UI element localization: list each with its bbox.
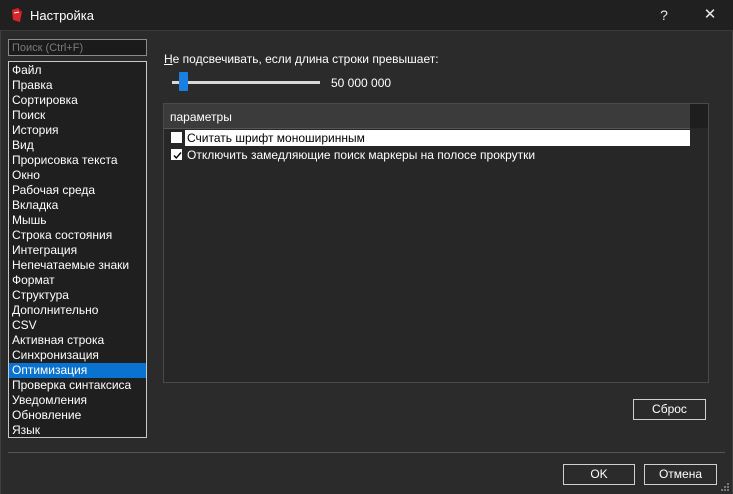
nav-item[interactable]: Активная строка bbox=[9, 333, 146, 348]
params-header: параметры bbox=[164, 104, 690, 129]
checkmark-icon bbox=[173, 152, 182, 160]
nav-item[interactable]: Рабочая среда bbox=[9, 183, 146, 198]
threshold-label: Не подсвечивать, если длина строки превы… bbox=[164, 52, 439, 66]
resize-grip-icon[interactable] bbox=[720, 482, 730, 492]
nav-item[interactable]: Непечатаемые знаки bbox=[9, 258, 146, 273]
nav-item[interactable]: Дополнительно bbox=[9, 303, 146, 318]
nav-item[interactable]: Проверка синтаксиса bbox=[9, 378, 146, 393]
close-button[interactable]: ✕ bbox=[690, 0, 730, 30]
nav-item[interactable]: Интеграция bbox=[9, 243, 146, 258]
nav-item[interactable]: Мышь bbox=[9, 213, 146, 228]
nav-item[interactable]: Правка bbox=[9, 78, 146, 93]
search-input[interactable] bbox=[8, 39, 147, 56]
nav-item[interactable]: Формат bbox=[9, 273, 146, 288]
nav-item[interactable]: CSV bbox=[9, 318, 146, 333]
checkbox-disable-scrollbar-markers[interactable] bbox=[171, 149, 182, 160]
nav-item[interactable]: Оптимизация bbox=[9, 363, 146, 378]
nav-item[interactable]: История bbox=[9, 123, 146, 138]
cancel-button[interactable]: Отмена bbox=[644, 464, 717, 485]
threshold-slider-thumb[interactable] bbox=[178, 72, 188, 91]
title-bar: Настройка ? ✕ bbox=[0, 0, 733, 31]
app-icon bbox=[12, 8, 22, 22]
threshold-slider-track[interactable] bbox=[172, 81, 320, 84]
nav-item[interactable]: Прорисовка текста bbox=[9, 153, 146, 168]
nav-item[interactable]: Язык bbox=[9, 423, 146, 438]
threshold-value: 50 000 000 bbox=[331, 76, 392, 90]
category-list[interactable]: Файл Правка Сортировка Поиск История Вид Прори… bbox=[8, 61, 147, 438]
nav-item[interactable]: Вид bbox=[9, 138, 146, 153]
separator bbox=[8, 452, 725, 453]
help-button[interactable]: ? bbox=[644, 0, 684, 30]
option-monospace-font[interactable]: Считать шрифт моноширинным bbox=[170, 130, 690, 146]
nav-item[interactable]: Обновление bbox=[9, 408, 146, 423]
option-label: Считать шрифт моноширинным bbox=[185, 130, 690, 146]
nav-item[interactable]: Строка состояния bbox=[9, 228, 146, 243]
threshold-label-text: е подсвечивать, если длина строки превыш… bbox=[172, 52, 439, 66]
nav-item[interactable]: Файл bbox=[9, 63, 146, 78]
option-disable-scrollbar-markers[interactable]: Отключить замедляющие поиск маркеры на п… bbox=[170, 147, 690, 163]
nav-item[interactable]: Поиск bbox=[9, 108, 146, 123]
window-title: Настройка bbox=[30, 8, 94, 23]
reset-button[interactable]: Сброс bbox=[633, 399, 706, 420]
nav-item[interactable]: Уведомления bbox=[9, 393, 146, 408]
params-header-label: параметры bbox=[170, 110, 232, 124]
params-scroll-corner bbox=[690, 104, 708, 128]
params-list: параметры Считать шрифт моноширинным Отк… bbox=[163, 103, 709, 383]
nav-item[interactable]: Вкладка bbox=[9, 198, 146, 213]
option-label: Отключить замедляющие поиск маркеры на п… bbox=[187, 148, 536, 162]
checkbox-monospace-font[interactable] bbox=[171, 132, 182, 143]
threshold-label-accelerator: Н bbox=[164, 52, 173, 66]
ok-button[interactable]: OK bbox=[563, 464, 635, 485]
nav-item[interactable]: Синхронизация bbox=[9, 348, 146, 363]
nav-item[interactable]: Окно bbox=[9, 168, 146, 183]
nav-item[interactable]: Сортировка bbox=[9, 93, 146, 108]
nav-item[interactable]: Структура bbox=[9, 288, 146, 303]
